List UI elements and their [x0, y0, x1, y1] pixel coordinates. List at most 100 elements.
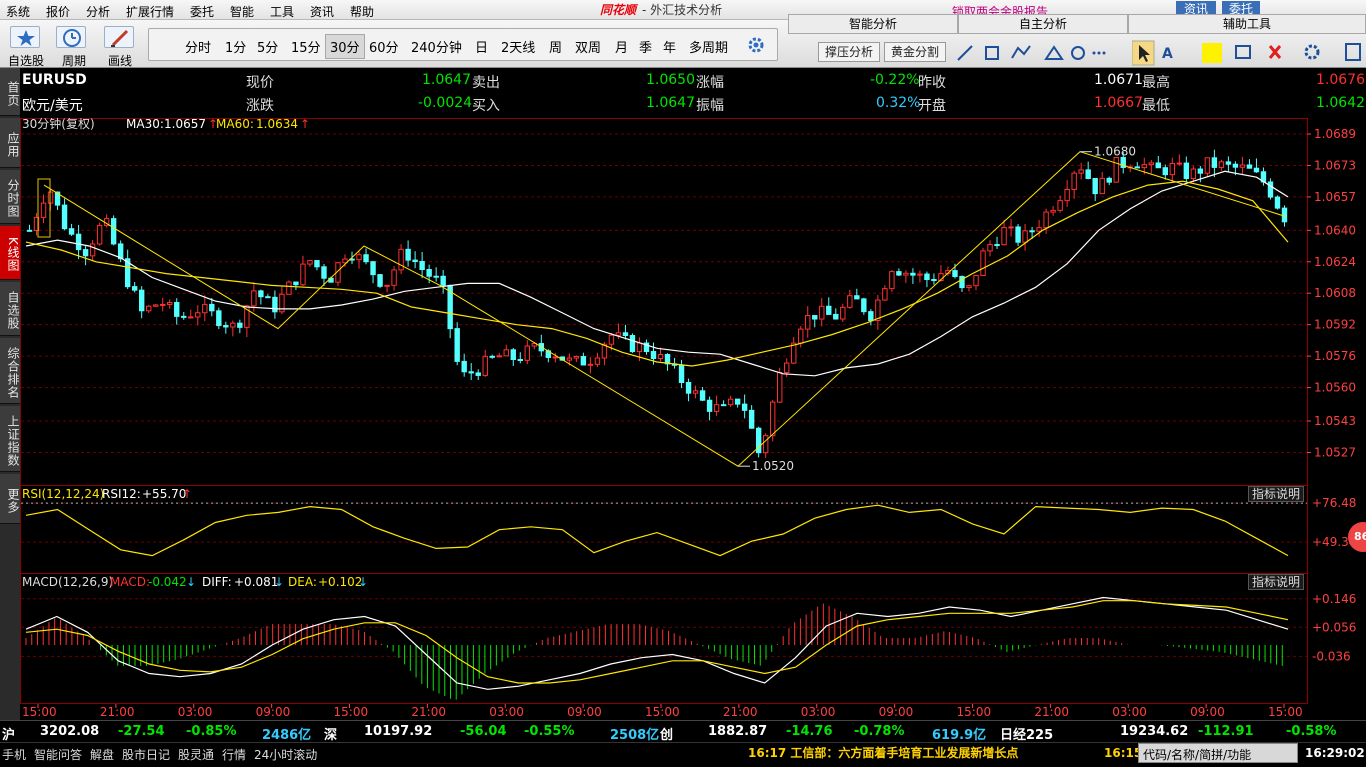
kline-chart[interactable]: 1.0689 1.0673 1.0657 1.0640 1.0624 1.0608 1.05… — [20, 116, 1366, 719]
nav-timeshare-chart[interactable]: 分时图 — [0, 170, 20, 224]
candle-body — [1071, 172, 1077, 190]
menu-extended-quotes[interactable]: 扩展行情 — [126, 3, 174, 20]
assist-tools-icons: A — [1132, 40, 1361, 66]
menu-system[interactable]: 系统 — [6, 3, 30, 20]
menu-news[interactable]: 资讯 — [310, 3, 334, 20]
app-title-text: - 外汇技术分析 — [642, 3, 723, 17]
support-resistance-button[interactable]: 撑压分析 — [818, 42, 881, 62]
menu-trade[interactable]: 委托 — [190, 3, 214, 20]
left-nav: 首页 应用 分时图 K线图 自选股 综合排名 上证指数 更多 — [0, 68, 20, 720]
bottom-quotes[interactable]: 行情 — [222, 746, 246, 763]
candle-body — [833, 313, 839, 320]
price-axis-label: 1.0608 — [1314, 286, 1356, 300]
period-240min[interactable]: 240分钟 — [411, 37, 462, 56]
watchlist-label[interactable]: 自选股 — [8, 52, 44, 69]
tab-smart-analysis[interactable]: 智能分析 — [788, 14, 958, 34]
period-60min[interactable]: 60分 — [369, 37, 399, 56]
draw-label[interactable]: 画线 — [108, 52, 132, 69]
bottom-analysis[interactable]: 解盘 — [90, 746, 114, 763]
now-value: 1.0647 — [422, 72, 471, 88]
menu-smart[interactable]: 智能 — [230, 3, 254, 20]
open-label: 开盘 — [918, 98, 946, 114]
svg-text:A: A — [1162, 46, 1173, 62]
candle-body — [896, 271, 902, 276]
period-15min[interactable]: 15分 — [291, 37, 321, 56]
period-2day[interactable]: 2天线 — [501, 37, 535, 56]
candle-body — [1008, 226, 1014, 229]
nav-home[interactable]: 首页 — [0, 68, 20, 116]
macd-axis-label: +0.146 — [1312, 592, 1356, 606]
candle-body — [615, 332, 622, 336]
nav-ranking[interactable]: 综合排名 — [0, 338, 20, 404]
rsi-explain-button[interactable]: 指标说明 — [1248, 486, 1304, 502]
price-axis-label: 1.0543 — [1314, 414, 1356, 428]
nav-sh-index[interactable]: 上证指数 — [0, 406, 20, 472]
period-biweek[interactable]: 双周 — [575, 37, 601, 56]
nav-apps[interactable]: 应用 — [0, 118, 20, 168]
tab-custom-analysis[interactable]: 自主分析 — [958, 14, 1128, 34]
candle-body — [1022, 230, 1028, 243]
draw-pen-icon[interactable] — [104, 26, 134, 48]
menu-tools[interactable]: 工具 — [270, 3, 294, 20]
cycle-clock-icon[interactable] — [56, 26, 86, 48]
golden-section-button[interactable]: 黄金分割 — [884, 42, 947, 62]
candle-body — [1148, 162, 1154, 166]
zigzag-line — [43, 151, 1287, 467]
menu-help[interactable]: 帮助 — [350, 3, 374, 20]
candle-body — [952, 270, 958, 277]
period-year[interactable]: 年 — [663, 37, 676, 56]
time-axis-label: 09:00 — [567, 705, 602, 718]
bottom-smart-qa[interactable]: 智能问答 — [34, 746, 82, 763]
ma60-value: 1.0634 — [256, 118, 298, 131]
news-ticker[interactable]: 16:17 工信部：六方面着手培育工业发展新增长点 — [748, 744, 1018, 761]
nav-watchlist[interactable]: 自选股 — [0, 282, 20, 336]
period-week[interactable]: 周 — [549, 37, 562, 56]
candle-body — [475, 372, 481, 376]
bottom-diary[interactable]: 股市日记 — [122, 746, 170, 763]
diff-value: +0.081 — [234, 575, 278, 589]
cycle-label[interactable]: 周期 — [62, 52, 86, 69]
tab-assist-tools[interactable]: 辅助工具 — [1128, 14, 1366, 34]
candle-body — [1029, 230, 1035, 233]
nav-kline-chart[interactable]: K线图 — [0, 226, 20, 280]
period-day[interactable]: 日 — [475, 37, 488, 56]
time-axis-label: 15:00 — [645, 705, 680, 718]
change-pct-label: 涨幅 — [696, 75, 724, 91]
rsi12-label: RSI12: — [102, 487, 141, 501]
sell-value: 1.0650 — [646, 72, 695, 88]
candle-body — [678, 364, 685, 383]
period-multi[interactable]: 多周期 — [689, 37, 728, 56]
candle-body — [847, 295, 853, 308]
period-30min[interactable]: 30分 — [325, 34, 365, 59]
macd-explain-button[interactable]: 指标说明 — [1248, 574, 1304, 590]
candle-body — [405, 248, 411, 261]
period-1min[interactable]: 1分 — [225, 37, 246, 56]
period-5min[interactable]: 5分 — [257, 37, 278, 56]
time-axis-label: 21:00 — [723, 705, 758, 718]
candle-body — [1064, 188, 1070, 202]
nav-more[interactable]: 更多 — [0, 474, 20, 524]
candle-body — [699, 390, 706, 401]
period-timeshare[interactable]: 分时 — [185, 37, 211, 56]
bottom-stock-link[interactable]: 股灵通 — [178, 746, 214, 763]
macd-name: MACD(12,26,9) — [22, 575, 113, 589]
menu-analysis[interactable]: 分析 — [86, 3, 110, 20]
symbol-code: EURUSD — [22, 72, 87, 88]
candle-body — [293, 281, 299, 286]
bottom-24h[interactable]: 24小时滚动 — [254, 746, 317, 763]
candle-body — [798, 328, 804, 344]
code-search-input[interactable]: 代码/名称/简拼/功能 — [1138, 743, 1298, 763]
candle-body — [138, 289, 145, 312]
candle-body — [82, 249, 89, 257]
period-settings-gear-icon[interactable] — [747, 36, 765, 54]
rsi-axis-label: +76.48 — [1312, 496, 1356, 510]
bottom-mobile[interactable]: 手机 — [2, 746, 26, 763]
period-month[interactable]: 月 — [615, 37, 628, 56]
candle-body — [973, 275, 979, 287]
period-quarter[interactable]: 季 — [639, 37, 652, 56]
watchlist-star-icon[interactable] — [10, 26, 40, 48]
candle-body — [223, 325, 229, 328]
menu-quote[interactable]: 报价 — [46, 3, 70, 20]
candle-body — [1106, 177, 1112, 183]
candle-body — [286, 281, 292, 295]
